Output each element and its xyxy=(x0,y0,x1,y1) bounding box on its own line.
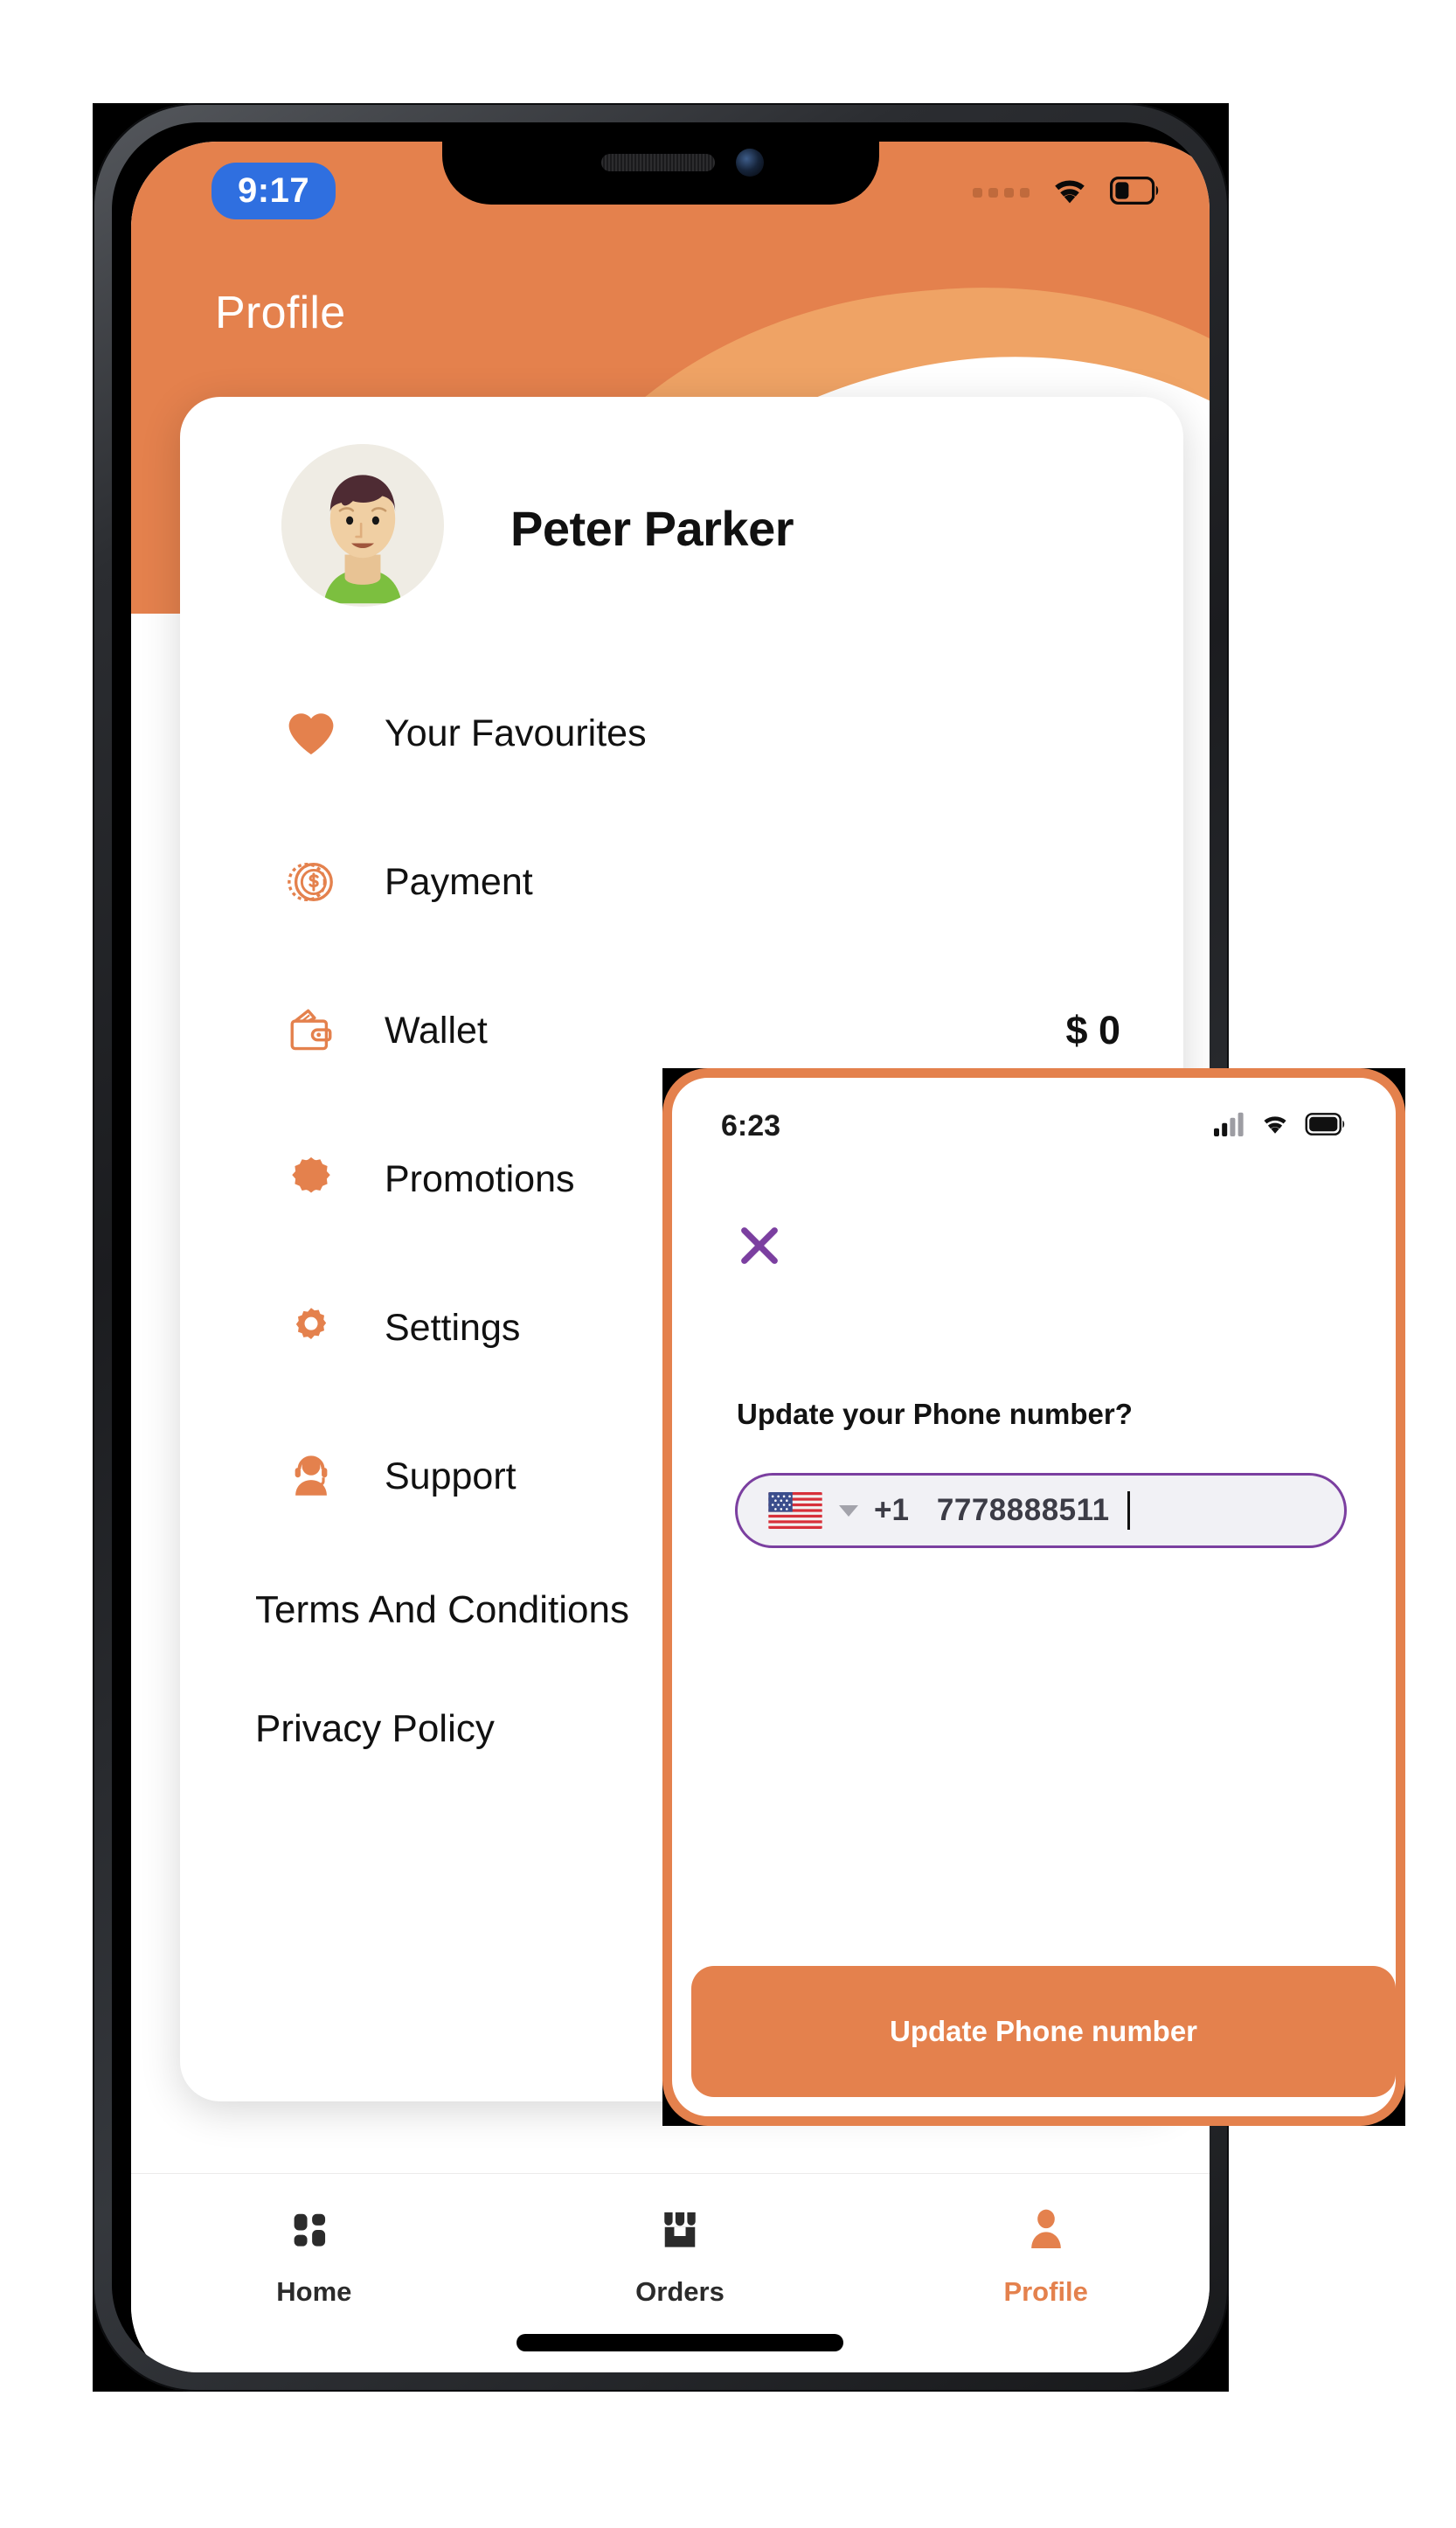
wallet-balance: $ 0 xyxy=(1065,1008,1120,1052)
page-title: Profile xyxy=(215,288,346,338)
tab-label: Profile xyxy=(1003,2276,1088,2307)
coin-icon xyxy=(283,854,339,910)
promotion-icon xyxy=(283,1151,339,1207)
tab-label: Home xyxy=(276,2276,352,2307)
modal-question: Update your Phone number? xyxy=(737,1398,1133,1430)
signal-dots-icon xyxy=(973,188,1030,198)
menu-item-label: Wallet xyxy=(385,1009,488,1052)
menu-item-favourites[interactable]: Your Favourites xyxy=(180,659,1183,808)
earpiece-speaker xyxy=(601,154,715,171)
chevron-down-icon[interactable] xyxy=(839,1504,858,1517)
gear-icon xyxy=(283,1300,339,1356)
heart-icon xyxy=(283,705,339,761)
phone-number-value[interactable]: 7778888511 xyxy=(937,1493,1110,1528)
battery-icon xyxy=(1110,177,1161,209)
profile-header-row: Peter Parker xyxy=(180,397,1183,659)
wifi-icon xyxy=(1049,175,1091,211)
person-icon xyxy=(1022,2205,1071,2259)
battery-icon xyxy=(1305,1112,1347,1140)
front-camera-icon xyxy=(736,149,764,177)
menu-item-payment[interactable]: Payment xyxy=(180,808,1183,956)
profile-name: Peter Parker xyxy=(510,501,794,556)
avatar xyxy=(281,444,444,607)
country-code: +1 xyxy=(874,1493,909,1527)
support-icon xyxy=(283,1448,339,1504)
tab-label: Orders xyxy=(635,2276,725,2307)
link-label: Privacy Policy xyxy=(255,1707,495,1750)
wifi-icon xyxy=(1259,1112,1291,1141)
grid-icon xyxy=(289,2205,338,2259)
phone-input[interactable]: +1 7778888511 xyxy=(735,1473,1347,1548)
close-x-icon[interactable] xyxy=(735,1221,784,1270)
home-indicator[interactable] xyxy=(517,2334,843,2351)
status-time: 9:17 xyxy=(211,163,336,219)
store-icon xyxy=(655,2205,704,2259)
wallet-icon xyxy=(283,1003,339,1059)
menu-item-label: Payment xyxy=(385,860,533,903)
update-phone-modal: 6:23 Update your Phone number? +1 777888… xyxy=(662,1068,1405,2126)
menu-item-label: Support xyxy=(385,1455,517,1497)
tab-profile[interactable]: Profile xyxy=(863,2174,1210,2308)
status-icons xyxy=(973,175,1161,211)
cellular-icon xyxy=(1214,1112,1245,1141)
modal-status-bar: 6:23 xyxy=(672,1078,1396,1174)
tab-home[interactable]: Home xyxy=(131,2174,497,2308)
menu-item-label: Your Favourites xyxy=(385,712,647,754)
menu-item-label: Promotions xyxy=(385,1157,575,1200)
screenshot-root: 9:17 Profile Peter Parker Your Favourite… xyxy=(0,0,1456,2528)
device-notch xyxy=(442,122,879,205)
menu-item-label: Settings xyxy=(385,1306,521,1349)
text-cursor xyxy=(1127,1491,1130,1530)
link-label: Terms And Conditions xyxy=(255,1588,629,1631)
update-phone-button[interactable]: Update Phone number xyxy=(691,1966,1396,2097)
tab-orders[interactable]: Orders xyxy=(497,2174,863,2308)
us-flag-icon xyxy=(767,1492,823,1529)
modal-status-time: 6:23 xyxy=(721,1108,781,1142)
modal-status-icons xyxy=(1214,1112,1347,1141)
